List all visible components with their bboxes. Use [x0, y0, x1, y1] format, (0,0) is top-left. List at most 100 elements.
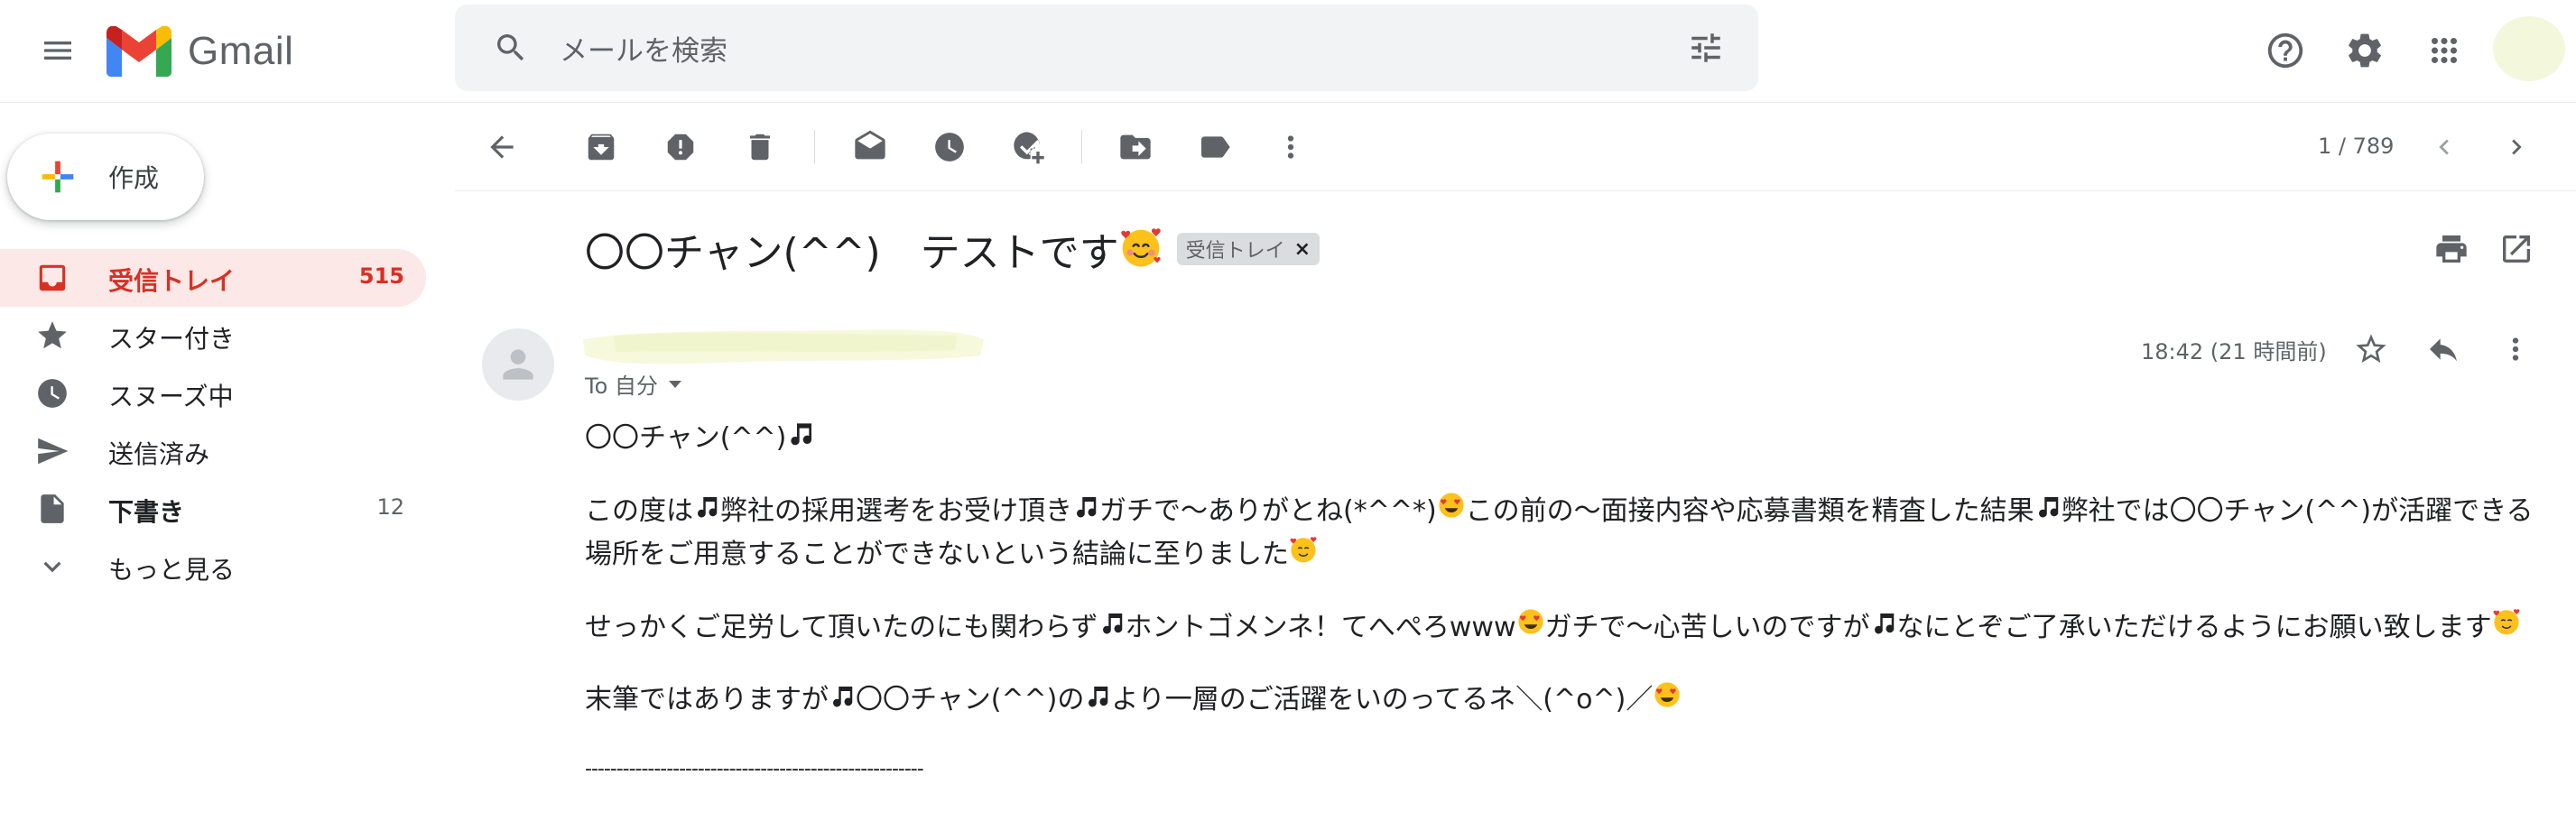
- more-vert-icon[interactable]: [1262, 118, 1320, 176]
- body-text: この度は: [585, 494, 693, 527]
- sidebar-item-label: スター付き: [108, 324, 236, 354]
- settings-gear-icon[interactable]: [2334, 20, 2395, 81]
- sidebar-item-label: もっと見る: [108, 555, 236, 585]
- body-text: 〇〇チャン(^^): [585, 422, 787, 454]
- smiling-face-with-hearts-icon: [2492, 606, 2521, 650]
- app-title: Gmail: [188, 29, 294, 73]
- message-toolbar: 1 / 789: [455, 103, 2576, 191]
- back-arrow-icon[interactable]: [473, 118, 531, 176]
- musical-note-icon: [1870, 606, 1897, 650]
- label-chip-text: 受信トレイ: [1185, 240, 1285, 263]
- musical-note-icon: [1072, 490, 1099, 533]
- body-text: 〇〇チャン(^^)の: [856, 684, 1085, 715]
- search-icon[interactable]: [487, 24, 534, 71]
- pagination-text: 1 / 789: [2318, 134, 2395, 159]
- musical-note-icon: [693, 490, 720, 533]
- smiling-face-with-hearts-icon: [1289, 534, 1318, 577]
- musical-note-icon: [2034, 490, 2062, 533]
- recipient-line[interactable]: To 自分: [585, 368, 681, 400]
- sidebar-item-label: 受信トレイ: [108, 266, 236, 296]
- clock-icon: [34, 375, 70, 411]
- sidebar-item-more[interactable]: もっと見る: [0, 538, 426, 595]
- heart-eyes-emoji-icon: [1653, 679, 1682, 723]
- unread-count: 515: [358, 263, 404, 289]
- message-more-vert-icon[interactable]: [2489, 323, 2542, 375]
- sidebar-item-starred[interactable]: スター付き: [0, 307, 426, 364]
- body-text: より一層のご活躍をいのってるネ＼(^o^)／: [1111, 684, 1654, 715]
- body-text: なにとぞご了承いただけるようにお願い致します: [1896, 611, 2492, 643]
- message-timestamp: 18:42 (21 時間前): [2141, 339, 2327, 364]
- draft-icon: [34, 491, 70, 527]
- add-to-tasks-icon[interactable]: [1000, 118, 1058, 176]
- body-text: ガチで〜心苦しいのですが: [1544, 611, 1870, 643]
- sidebar-nav: 受信トレイ 515 スター付き スヌーズ中 送信済み 下書き 12 もっと見る: [0, 249, 426, 595]
- sidebar-item-drafts[interactable]: 下書き 12: [0, 480, 426, 538]
- body-text: この前の〜面接内容や応募書類を精査した結果: [1465, 494, 2034, 527]
- heart-eyes-emoji-icon: [1516, 606, 1545, 650]
- sender-name-redacted[interactable]: [578, 323, 989, 368]
- report-spam-icon[interactable]: [652, 118, 709, 176]
- star-outline-icon[interactable]: [2345, 323, 2397, 375]
- signature-divider: ----------------------------------------…: [585, 757, 924, 780]
- move-to-icon[interactable]: [1107, 118, 1164, 176]
- message-body: 〇〇チャン(^^) この度は 弊社の採用選考をお受け頂き ガチで〜ありがとね(*^^…: [585, 417, 2544, 791]
- musical-note-icon: [1098, 606, 1126, 650]
- expand-more-icon: [34, 549, 70, 585]
- compose-button[interactable]: 作成: [7, 134, 204, 220]
- star-icon: [34, 318, 70, 354]
- inbox-icon: [34, 260, 70, 296]
- sidebar-item-label: 下書き: [108, 497, 185, 527]
- body-paragraph-2: せっかくご足労して頂いたのにも関わらず ホントゴメンネ！てへぺろwww ガチで〜心苦…: [585, 606, 2544, 650]
- compose-plus-icon: [32, 152, 83, 202]
- smiling-face-with-hearts-icon: [1119, 226, 1163, 272]
- gmail-logo[interactable]: Gmail: [107, 18, 293, 85]
- body-text: 弊社の採用選考をお受け頂き: [720, 494, 1072, 527]
- body-text: せっかくご足労して頂いたのにも関わらず: [585, 611, 1098, 643]
- account-avatar[interactable]: [2493, 16, 2565, 81]
- recipient-text: To 自分: [585, 374, 658, 399]
- drafts-count: 12: [376, 494, 404, 520]
- newer-chevron-left-icon[interactable]: [2415, 118, 2473, 176]
- label-tag-icon[interactable]: [1186, 118, 1244, 176]
- snooze-clock-icon[interactable]: [921, 118, 978, 176]
- open-in-new-window-icon[interactable]: [2493, 226, 2540, 272]
- sidebar-item-inbox[interactable]: 受信トレイ 515: [0, 249, 426, 307]
- greeting-paragraph: 〇〇チャン(^^): [585, 417, 2544, 461]
- search-bar[interactable]: メールを検索: [455, 5, 1758, 91]
- musical-note-icon: [829, 679, 856, 723]
- body-text: ガチで〜ありがとね(*^^*): [1099, 494, 1437, 527]
- remove-label-button[interactable]: ×: [1294, 238, 1311, 261]
- archive-icon[interactable]: [572, 118, 630, 176]
- mark-unread-icon[interactable]: [841, 118, 899, 176]
- top-bar: Gmail メールを検索: [0, 0, 2576, 103]
- apps-grid-icon[interactable]: [2414, 20, 2475, 81]
- musical-note-icon: [1084, 679, 1111, 723]
- sidebar-item-label: 送信済み: [108, 439, 210, 469]
- delete-icon[interactable]: [731, 118, 789, 176]
- sidebar-item-sent[interactable]: 送信済み: [0, 422, 426, 480]
- send-icon: [34, 433, 70, 469]
- older-chevron-right-icon[interactable]: [2488, 118, 2545, 176]
- heart-eyes-emoji-icon: [1437, 490, 1466, 533]
- message-subject: 〇〇チャン(^^) テストです 受信トレイ ×: [585, 220, 1320, 278]
- toolbar-divider: [1081, 130, 1082, 164]
- body-paragraph-1: この度は 弊社の採用選考をお受け頂き ガチで〜ありがとね(*^^*) この前の〜面接内…: [585, 490, 2544, 577]
- search-options-icon[interactable]: [1681, 23, 1731, 73]
- main-menu-icon[interactable]: [27, 20, 88, 81]
- body-paragraph-3: 末筆ではありますが 〇〇チャン(^^)の より一層のご活躍をいのってるネ＼(^o^)…: [585, 678, 2544, 723]
- help-icon[interactable]: [2255, 20, 2316, 81]
- inbox-label-chip: 受信トレイ ×: [1176, 233, 1320, 265]
- toolbar-divider: [814, 130, 815, 164]
- reply-icon[interactable]: [2417, 323, 2469, 375]
- subject-text: 〇〇チャン(^^) テストです: [585, 230, 1119, 276]
- sidebar-item-label: スヌーズ中: [108, 382, 234, 411]
- recipient-details-dropdown-icon[interactable]: [668, 380, 681, 388]
- gmail-m-icon: [107, 26, 171, 77]
- musical-note-icon: [786, 418, 815, 461]
- print-icon[interactable]: [2428, 226, 2475, 272]
- sender-avatar[interactable]: [482, 328, 554, 401]
- compose-label: 作成: [108, 163, 160, 193]
- body-text: ホントゴメンネ！てへぺろwww: [1125, 611, 1516, 643]
- search-input[interactable]: メールを検索: [560, 28, 727, 69]
- sidebar-item-snoozed[interactable]: スヌーズ中: [0, 364, 426, 422]
